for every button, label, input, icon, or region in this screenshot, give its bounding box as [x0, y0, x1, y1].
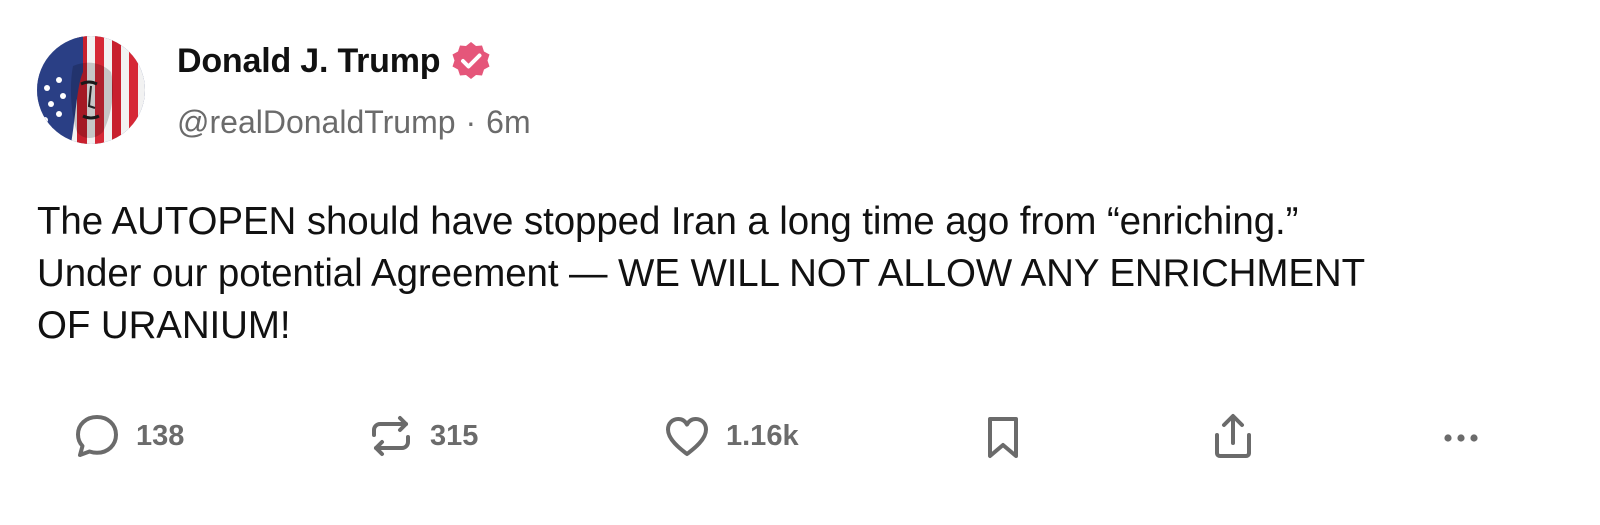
post-action-bar: 138 315 1.16k: [0, 408, 1600, 464]
avatar-image-icon: [37, 36, 145, 144]
more-icon: [1436, 411, 1486, 461]
repost-count: 315: [430, 419, 479, 452]
author-name-row: Donald J. Trump: [177, 40, 492, 82]
verified-badge-icon: [450, 40, 492, 82]
more-options-button[interactable]: [1436, 408, 1486, 464]
post-timestamp[interactable]: 6m: [486, 104, 530, 141]
meta-separator: ·: [465, 104, 477, 140]
post-body-text: The AUTOPEN should have stopped Iran a l…: [37, 200, 1366, 347]
author-handle[interactable]: @realDonaldTrump: [177, 104, 456, 141]
like-icon: [662, 411, 712, 461]
author-meta-row: @realDonaldTrump · 6m: [177, 104, 531, 141]
repost-button[interactable]: 315: [366, 408, 478, 464]
like-count: 1.16k: [726, 419, 799, 452]
post-card: Donald J. Trump @realDonaldTrump · 6m Th…: [0, 0, 1600, 525]
share-button[interactable]: [1208, 408, 1258, 464]
bookmark-button[interactable]: [978, 408, 1028, 464]
avatar[interactable]: [37, 36, 145, 144]
like-button[interactable]: 1.16k: [662, 408, 799, 464]
reply-icon: [72, 411, 122, 461]
author-display-name[interactable]: Donald J. Trump: [177, 42, 441, 81]
reply-count: 138: [136, 419, 185, 452]
bookmark-icon: [978, 411, 1028, 461]
reply-button[interactable]: 138: [72, 408, 184, 464]
share-icon: [1208, 411, 1258, 461]
repost-icon: [366, 411, 416, 461]
